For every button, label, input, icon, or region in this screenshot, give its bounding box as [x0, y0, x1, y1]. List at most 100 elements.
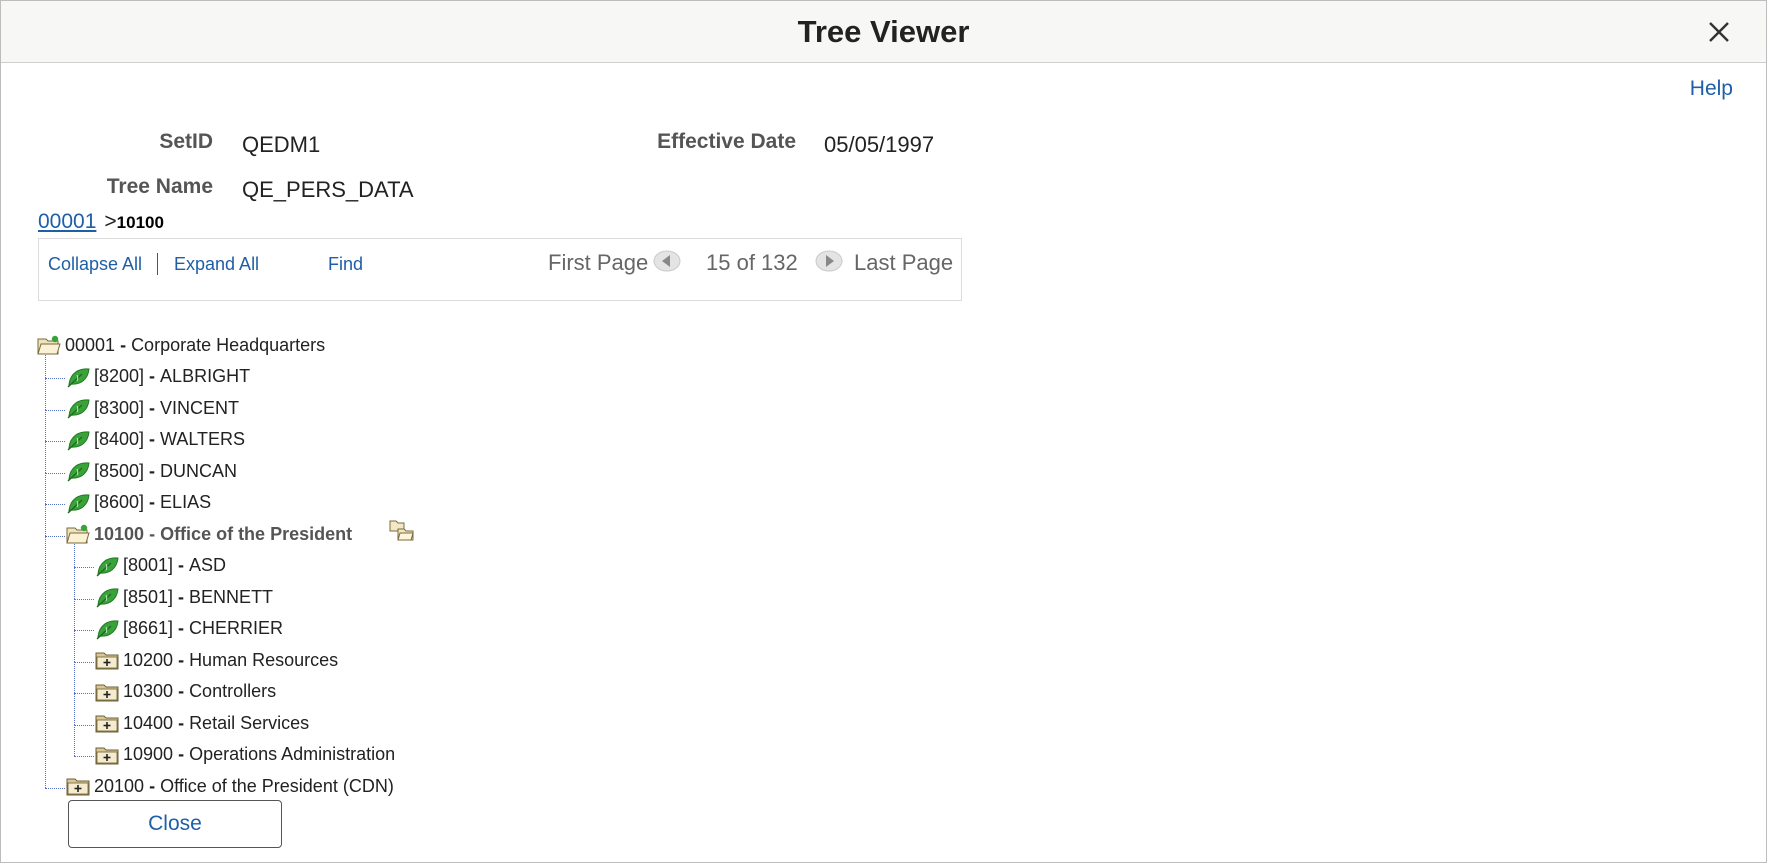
tree-node[interactable]: [8501] - BENNETT [94, 583, 273, 611]
tree-node-description: Retail Services [189, 712, 310, 733]
tree-node-label[interactable]: [8001] - ASD [123, 555, 226, 576]
tree-node[interactable]: 10300 - Controllers [94, 678, 276, 706]
next-page-icon[interactable] [815, 249, 843, 273]
tree-node-dash: - [144, 429, 161, 449]
tree-node-label[interactable]: 20100 - Office of the President (CDN) [94, 776, 394, 797]
tree-connector [45, 535, 46, 788]
tree-node-dash: - [173, 712, 190, 733]
tree-node-key: [8400] [94, 429, 145, 449]
tree-connector [74, 661, 94, 663]
tree-node-key: 10200 [123, 649, 174, 670]
tree-node[interactable]: 10900 - Operations Administration [94, 741, 395, 769]
tree-node-dash: - [144, 397, 161, 418]
title-bar: Tree Viewer [1, 1, 1766, 63]
tree-node[interactable]: 10400 - Retail Services [94, 709, 309, 737]
tree-node[interactable]: 20100 - Office of the President (CDN) [65, 772, 394, 800]
tree-connector [74, 724, 75, 757]
tree-node-description: Operations Administration [189, 744, 396, 764]
breadcrumb-root-link[interactable]: 00001 [38, 210, 96, 233]
tree-connector [74, 567, 75, 599]
tree-node-dash: - [144, 460, 161, 481]
tree-node-dash: - [144, 366, 161, 386]
first-page-label[interactable]: First Page [548, 250, 648, 276]
tree-connector [45, 378, 46, 410]
tree-toolbar: Collapse All Expand All Find First Page … [38, 238, 962, 301]
tree-connector [45, 441, 46, 473]
tree-node-key: [8300] [94, 397, 145, 418]
tree-node-label[interactable]: [8600] - ELIAS [94, 492, 211, 513]
tree-node[interactable]: [8400] - WALTERS [65, 426, 245, 454]
tree-node-label[interactable]: [8300] - VINCENT [94, 398, 239, 419]
tree-node-label[interactable]: [8200] - ALBRIGHT [94, 366, 250, 387]
tree-node[interactable]: [8001] - ASD [94, 552, 226, 580]
leaf-icon [94, 585, 120, 609]
open-folder-icon[interactable] [36, 333, 62, 357]
tree-connector [45, 409, 65, 411]
tree-node[interactable]: 10200 - Human Resources [94, 646, 338, 674]
tree-node[interactable]: [8200] - ALBRIGHT [65, 363, 250, 391]
tree-node-description: CHERRIER [189, 618, 284, 638]
last-page-label[interactable]: Last Page [854, 250, 953, 276]
closed-folder-icon[interactable] [65, 774, 91, 798]
tree-node-dash: - [173, 744, 190, 764]
breadcrumb: 00001 >10100 [38, 210, 164, 234]
toolbar-divider [157, 253, 158, 275]
tree-connector [45, 504, 46, 536]
leaf-icon [94, 554, 120, 578]
tree-node-label[interactable]: 10100 - Office of the President [94, 524, 352, 545]
tree-connector [74, 661, 75, 694]
tree-node-key: 10400 [123, 712, 174, 733]
collapse-all-link[interactable]: Collapse All [48, 254, 142, 275]
tree-node-key: 00001 [65, 334, 116, 355]
close-button[interactable]: Close [68, 800, 282, 848]
tree-node-dash: - [144, 775, 161, 796]
tree-node-dash: - [173, 649, 190, 670]
tree-node-dash: - [173, 555, 190, 575]
tree-node[interactable]: [8661] - CHERRIER [94, 615, 283, 643]
tree-node[interactable]: [8600] - ELIAS [65, 489, 211, 517]
setid-value: QEDM1 [242, 132, 321, 157]
leaf-icon [65, 428, 91, 452]
effective-date-label: Effective Date [657, 130, 796, 153]
tree-connector [74, 630, 94, 632]
tree-node[interactable]: [8300] - VINCENT [65, 394, 239, 422]
tree-node[interactable]: 10100 - Office of the President [65, 520, 352, 548]
help-link[interactable]: Help [1690, 77, 1733, 101]
tree-node-label[interactable]: 00001 - Corporate Headquarters [65, 335, 325, 356]
closed-folder-icon[interactable] [94, 711, 120, 735]
tree-node[interactable]: 00001 - Corporate Headquarters [36, 331, 325, 359]
close-icon[interactable] [1706, 19, 1732, 45]
tree-connector [74, 693, 94, 695]
tree-node-label[interactable]: 10400 - Retail Services [123, 713, 309, 734]
open-folder-icon[interactable] [65, 522, 91, 546]
closed-folder-icon[interactable] [94, 680, 120, 704]
tree-node-key: [8501] [123, 586, 174, 607]
tree-node-key: 10300 [123, 681, 174, 701]
tree-node-label[interactable]: [8500] - DUNCAN [94, 461, 237, 482]
tree-node-dash: - [144, 492, 161, 512]
previous-page-icon[interactable] [653, 249, 681, 273]
tree-node-label[interactable]: 10900 - Operations Administration [123, 744, 395, 765]
tree-node-label[interactable]: [8400] - WALTERS [94, 429, 245, 450]
tree-node-label[interactable]: 10300 - Controllers [123, 681, 276, 702]
tree-connector [45, 504, 65, 506]
tree-node-dash: - [173, 681, 190, 701]
tree-node[interactable]: [8500] - DUNCAN [65, 457, 237, 485]
expand-all-link[interactable]: Expand All [174, 254, 259, 275]
tree-node-key: [8001] [123, 555, 174, 575]
closed-folder-icon[interactable] [94, 743, 120, 767]
tree-node-key: [8200] [94, 366, 145, 386]
tree-node-label[interactable]: [8661] - CHERRIER [123, 618, 283, 639]
tree-node-description: DUNCAN [160, 460, 238, 481]
setid-label: SetID [159, 130, 213, 153]
find-link[interactable]: Find [328, 254, 363, 275]
tree-node-key: 10100 [94, 523, 145, 544]
tree-connector [45, 535, 65, 537]
tree-node-label[interactable]: 10200 - Human Resources [123, 650, 338, 671]
leaf-icon [65, 491, 91, 515]
tree-node-label[interactable]: [8501] - BENNETT [123, 587, 273, 608]
tree-node-description: Corporate Headquarters [131, 334, 326, 355]
tree-node-key: [8600] [94, 492, 145, 512]
closed-folder-icon[interactable] [94, 648, 120, 672]
move-node-icon[interactable] [388, 517, 416, 543]
